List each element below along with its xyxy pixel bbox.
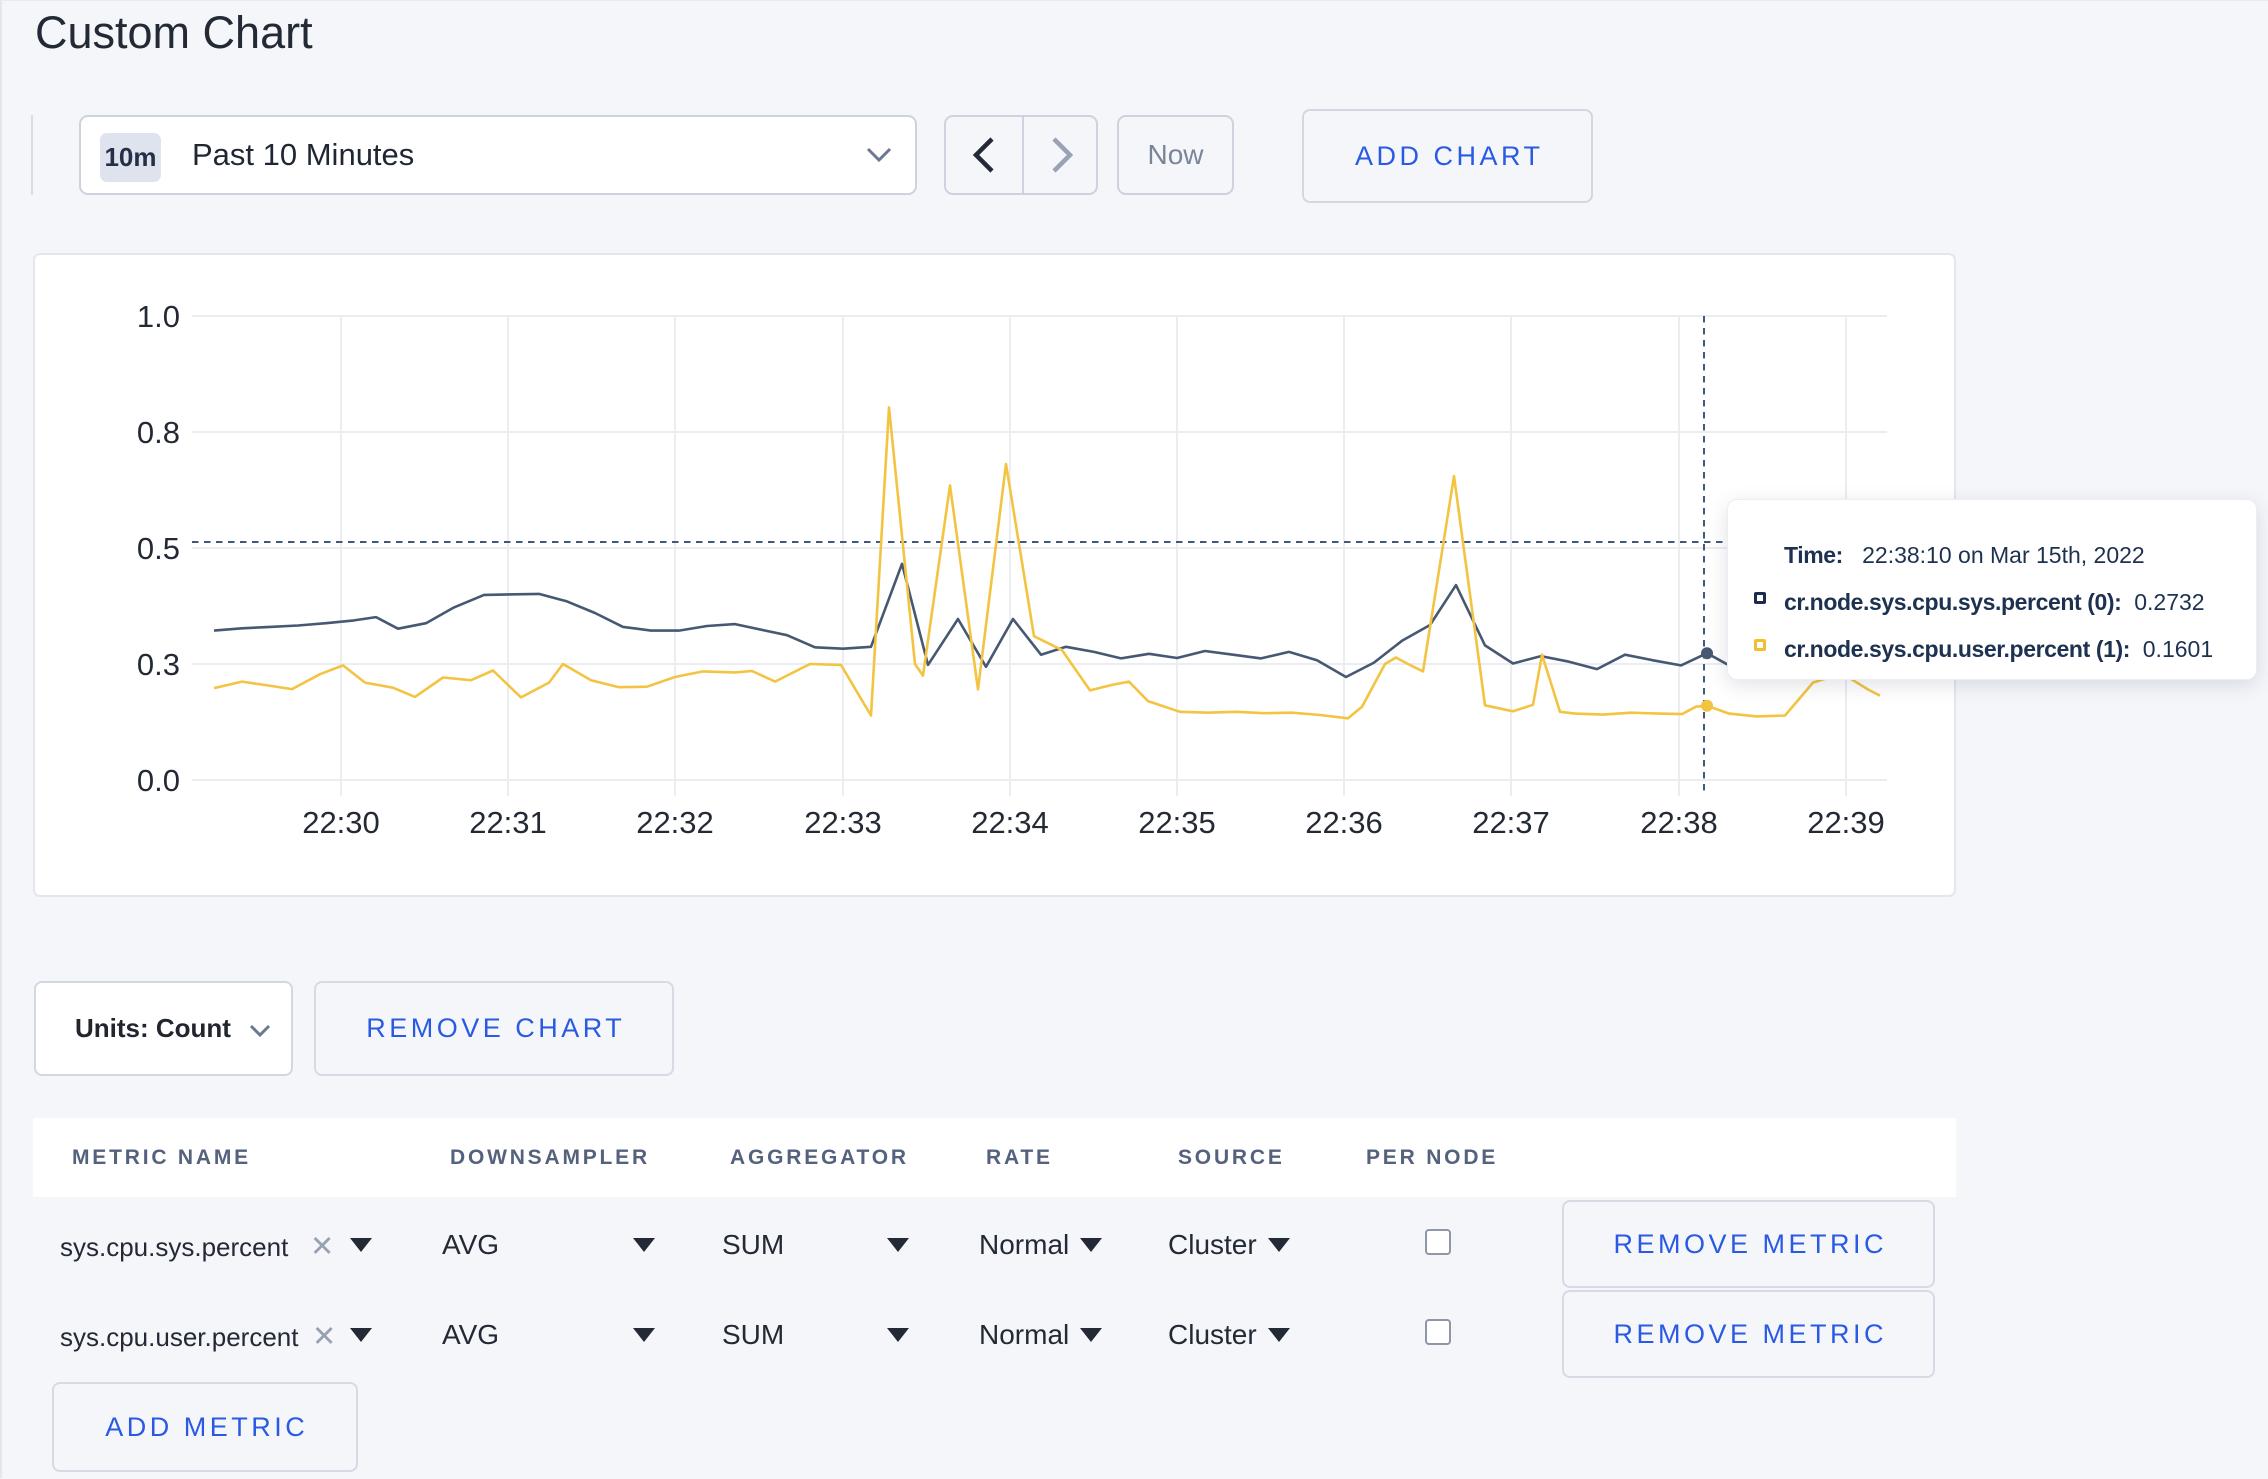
svg-text:0.3: 0.3 xyxy=(137,647,180,682)
svg-text:22:35: 22:35 xyxy=(1138,805,1216,840)
svg-text:22:36: 22:36 xyxy=(1305,805,1383,840)
svg-text:0.5: 0.5 xyxy=(137,531,180,566)
svg-text:22:32: 22:32 xyxy=(636,805,714,840)
svg-text:22:37: 22:37 xyxy=(1472,805,1550,840)
svg-text:1.0: 1.0 xyxy=(137,299,180,334)
svg-text:22:31: 22:31 xyxy=(469,805,547,840)
svg-text:22:39: 22:39 xyxy=(1807,805,1885,840)
svg-text:22:33: 22:33 xyxy=(804,805,882,840)
svg-text:22:30: 22:30 xyxy=(302,805,380,840)
svg-text:22:38: 22:38 xyxy=(1640,805,1718,840)
svg-text:0.8: 0.8 xyxy=(137,415,180,450)
svg-text:0.0: 0.0 xyxy=(137,763,180,798)
svg-text:22:34: 22:34 xyxy=(971,805,1049,840)
